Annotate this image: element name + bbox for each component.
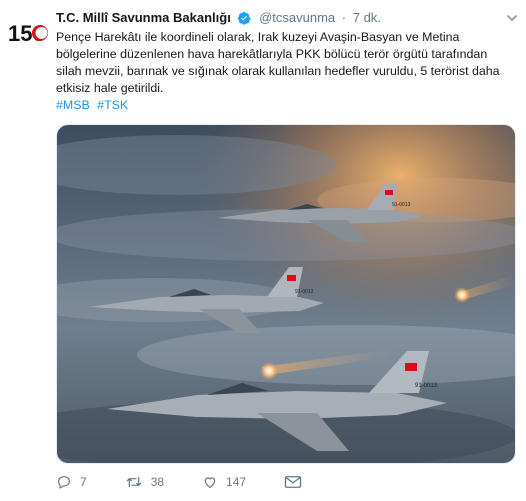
separator-dot: · <box>341 10 347 25</box>
tweet-body: Pençe Harekâtı ile koordineli olarak, Ir… <box>56 30 500 95</box>
heart-icon <box>204 477 216 488</box>
f16-formation-image: 91-0013 91-0012 91-0013 <box>57 125 515 463</box>
reply-button[interactable]: 7 <box>56 474 87 490</box>
tweet-header: T.C. Millî Savunma Bakanlığı @tcsavunma … <box>56 9 516 27</box>
jet-bottom-tail-number: 91-0013 <box>415 383 438 389</box>
jet-middle-tail-number: 91-0012 <box>295 289 314 295</box>
user-handle[interactable]: @tcsavunma <box>259 10 335 25</box>
like-button[interactable]: 147 <box>202 474 246 490</box>
hashtag-tsk[interactable]: #TSK <box>97 98 128 112</box>
chevron-down-icon[interactable] <box>506 12 518 24</box>
tweet-actions: 7 38 147 <box>56 474 340 490</box>
verified-badge-icon <box>238 11 252 25</box>
retweet-count: 38 <box>150 475 165 489</box>
hashtag-list: #MSB #TSK <box>56 97 132 114</box>
jet-top-tail-number: 91-0013 <box>392 202 411 208</box>
direct-message-button[interactable] <box>284 475 302 489</box>
like-count: 147 <box>226 475 247 489</box>
hashtag-msb[interactable]: #MSB <box>56 98 90 112</box>
display-name[interactable]: T.C. Millî Savunma Bakanlığı <box>56 10 231 25</box>
tweet-text: Pençe Harekâtı ile koordineli olarak, Ir… <box>56 29 516 97</box>
reply-icon <box>58 476 70 489</box>
tweet-photo[interactable]: 91-0013 91-0012 91-0013 <box>56 124 516 464</box>
reply-count: 7 <box>80 475 87 489</box>
tweet-timestamp[interactable]: 7 dk. <box>353 10 381 25</box>
retweet-icon <box>126 476 141 488</box>
retweet-button[interactable]: 38 <box>125 474 164 490</box>
msb-150-logo: 150 <box>8 21 48 46</box>
profile-avatar[interactable]: 150 <box>7 12 49 54</box>
envelope-icon <box>284 476 302 488</box>
